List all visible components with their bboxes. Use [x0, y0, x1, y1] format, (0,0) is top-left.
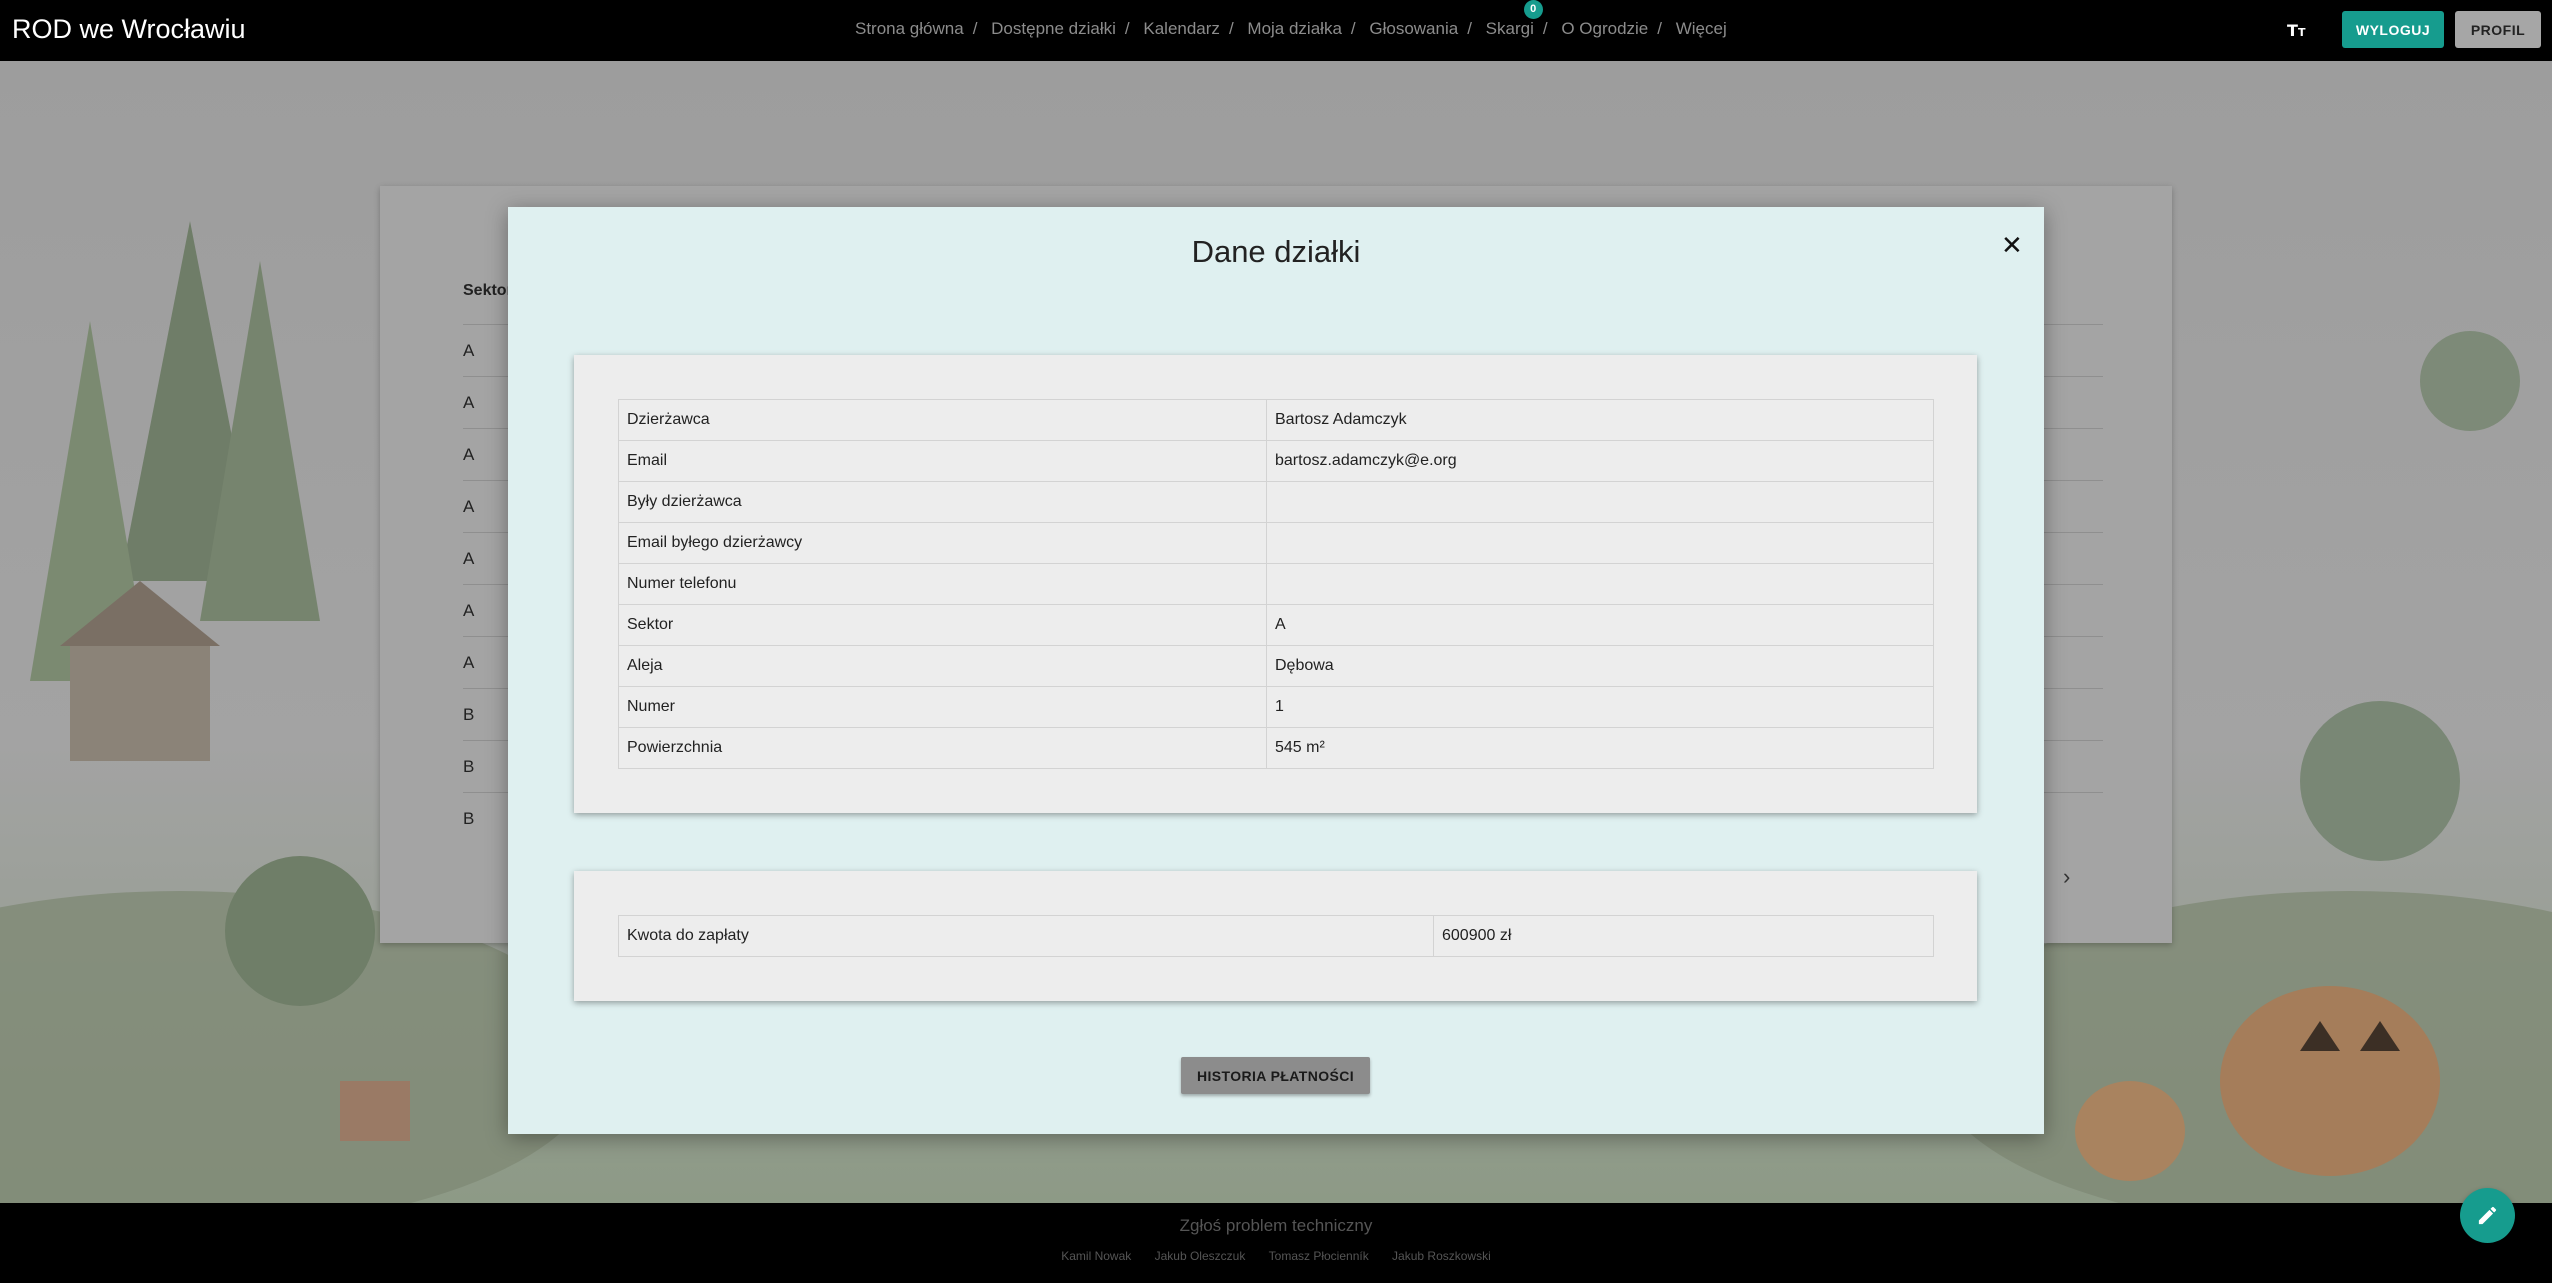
detail-value	[1266, 522, 1934, 564]
detail-label: Powierzchnia	[618, 727, 1267, 769]
detail-value: A	[1266, 604, 1934, 646]
nav-separator: /	[1657, 19, 1662, 38]
author-link[interactable]: Jakub Roszkowski	[1392, 1249, 1491, 1263]
nav-complaints[interactable]: Skargi 0	[1485, 0, 1543, 38]
sector-cell: B	[463, 757, 475, 776]
nav-home[interactable]: Strona główna	[855, 19, 964, 38]
sector-cell: A	[463, 341, 475, 360]
detail-label: Email	[618, 440, 1267, 482]
edit-fab-button[interactable]	[2460, 1188, 2515, 1243]
footer: Zgłoś problem techniczny Kamil Nowak Jak…	[0, 1203, 2552, 1283]
chevron-right-icon[interactable]: ›	[2063, 864, 2070, 890]
detail-value: Bartosz Adamczyk	[1266, 399, 1934, 441]
table-row: Numer 1	[618, 686, 1934, 728]
sector-cell: B	[463, 705, 475, 724]
modal-title: Dane działki	[1191, 234, 1361, 269]
nav-separator: /	[972, 19, 978, 38]
svg-text:T: T	[2298, 26, 2306, 39]
brand-title[interactable]: ROD we Wrocławiu	[12, 14, 246, 45]
detail-value: Dębowa	[1266, 645, 1934, 687]
sector-cell: A	[463, 653, 475, 672]
table-row: Email byłego dzierżawcy	[618, 522, 1934, 564]
close-icon[interactable]: ✕	[2001, 232, 2023, 258]
sector-cell: A	[463, 445, 475, 464]
payment-amount: 600900 zł	[1433, 915, 1934, 957]
detail-label: Email byłego dzierżawcy	[618, 522, 1267, 564]
detail-label: Aleja	[618, 645, 1267, 687]
detail-label: Sektor	[618, 604, 1267, 646]
nav-about-garden[interactable]: O Ogrodzie	[1561, 19, 1648, 38]
sector-column-header: Sektor	[463, 282, 513, 299]
table-row: Numer telefonu	[618, 563, 1934, 605]
detail-label: Numer	[618, 686, 1267, 728]
table-row: Dzierżawca Bartosz Adamczyk	[618, 399, 1934, 441]
detail-value	[1266, 563, 1934, 605]
complaints-count-badge: 0	[1523, 0, 1543, 19]
nav-separator: /	[1467, 19, 1472, 38]
nav-calendar[interactable]: Kalendarz	[1143, 19, 1220, 38]
sector-cell: A	[463, 393, 475, 412]
nav-complaints-label: Skargi	[1485, 19, 1534, 38]
payment-panel: Kwota do zapłaty 600900 zł	[574, 871, 1977, 1001]
detail-label: Dzierżawca	[618, 399, 1267, 441]
plot-details-table: Dzierżawca Bartosz Adamczyk Email bartosz.…	[618, 399, 1934, 769]
detail-label: Numer telefonu	[618, 563, 1267, 605]
detail-value: bartosz.adamczyk@e.org	[1266, 440, 1934, 482]
table-row: Email bartosz.adamczyk@e.org	[618, 440, 1934, 482]
plot-details-panel: Dzierżawca Bartosz Adamczyk Email bartosz.…	[574, 355, 1977, 813]
nav-separator: /	[1542, 19, 1548, 38]
author-link[interactable]: Tomasz Płocienník	[1269, 1249, 1369, 1263]
table-row: Były dzierżawca	[618, 481, 1934, 523]
nav-more[interactable]: Więcej	[1676, 19, 1727, 38]
detail-value	[1266, 481, 1934, 523]
nav-available-plots[interactable]: Dostępne działki	[991, 19, 1116, 38]
main-navigation: Strona główna / Dostępne działki / Kalenda…	[855, 0, 1727, 39]
nav-separator: /	[1124, 19, 1130, 38]
detail-value: 545 m²	[1266, 727, 1934, 769]
sector-cell: A	[463, 549, 475, 568]
author-link[interactable]: Kamil Nowak	[1061, 1249, 1131, 1263]
plot-details-modal: Dane działki ✕ Dzierżawca Bartosz Adamczy…	[508, 207, 2044, 1134]
svg-text:T: T	[2287, 21, 2298, 40]
authors-list: Kamil Nowak Jakub Oleszczuk Tomasz Płoci…	[0, 1249, 2552, 1263]
nav-separator: /	[1228, 19, 1234, 38]
detail-value: 1	[1266, 686, 1934, 728]
report-problem-link[interactable]: Zgłoś problem techniczny	[0, 1216, 2552, 1236]
payment-table: Kwota do zapłaty 600900 zł	[618, 915, 1934, 957]
table-row: Sektor A	[618, 604, 1934, 646]
sector-cell: A	[463, 601, 475, 620]
top-navbar: ROD we Wrocławiu Strona główna / Dostępne…	[0, 0, 2552, 61]
logout-button[interactable]: WYLOGUJ	[2342, 11, 2444, 48]
payment-history-button[interactable]: HISTORIA PŁATNOŚCI	[1181, 1057, 1370, 1094]
pencil-icon	[2478, 1206, 2497, 1225]
payment-label: Kwota do zapłaty	[618, 915, 1434, 957]
nav-separator: /	[1350, 19, 1356, 38]
sector-cell: B	[463, 809, 475, 828]
author-link[interactable]: Jakub Oleszczuk	[1155, 1249, 1246, 1263]
table-row: Aleja Dębowa	[618, 645, 1934, 687]
profile-button[interactable]: PROFIL	[2455, 11, 2541, 48]
detail-label: Były dzierżawca	[618, 481, 1267, 523]
table-row: Powierzchnia 545 m²	[618, 727, 1934, 769]
format-size-icon[interactable]: TT	[2287, 20, 2309, 40]
sector-cell: A	[463, 497, 475, 516]
nav-votes[interactable]: Głosowania	[1369, 19, 1458, 38]
nav-my-plot[interactable]: Moja działka	[1247, 19, 1342, 38]
table-row: Kwota do zapłaty 600900 zł	[618, 915, 1934, 957]
